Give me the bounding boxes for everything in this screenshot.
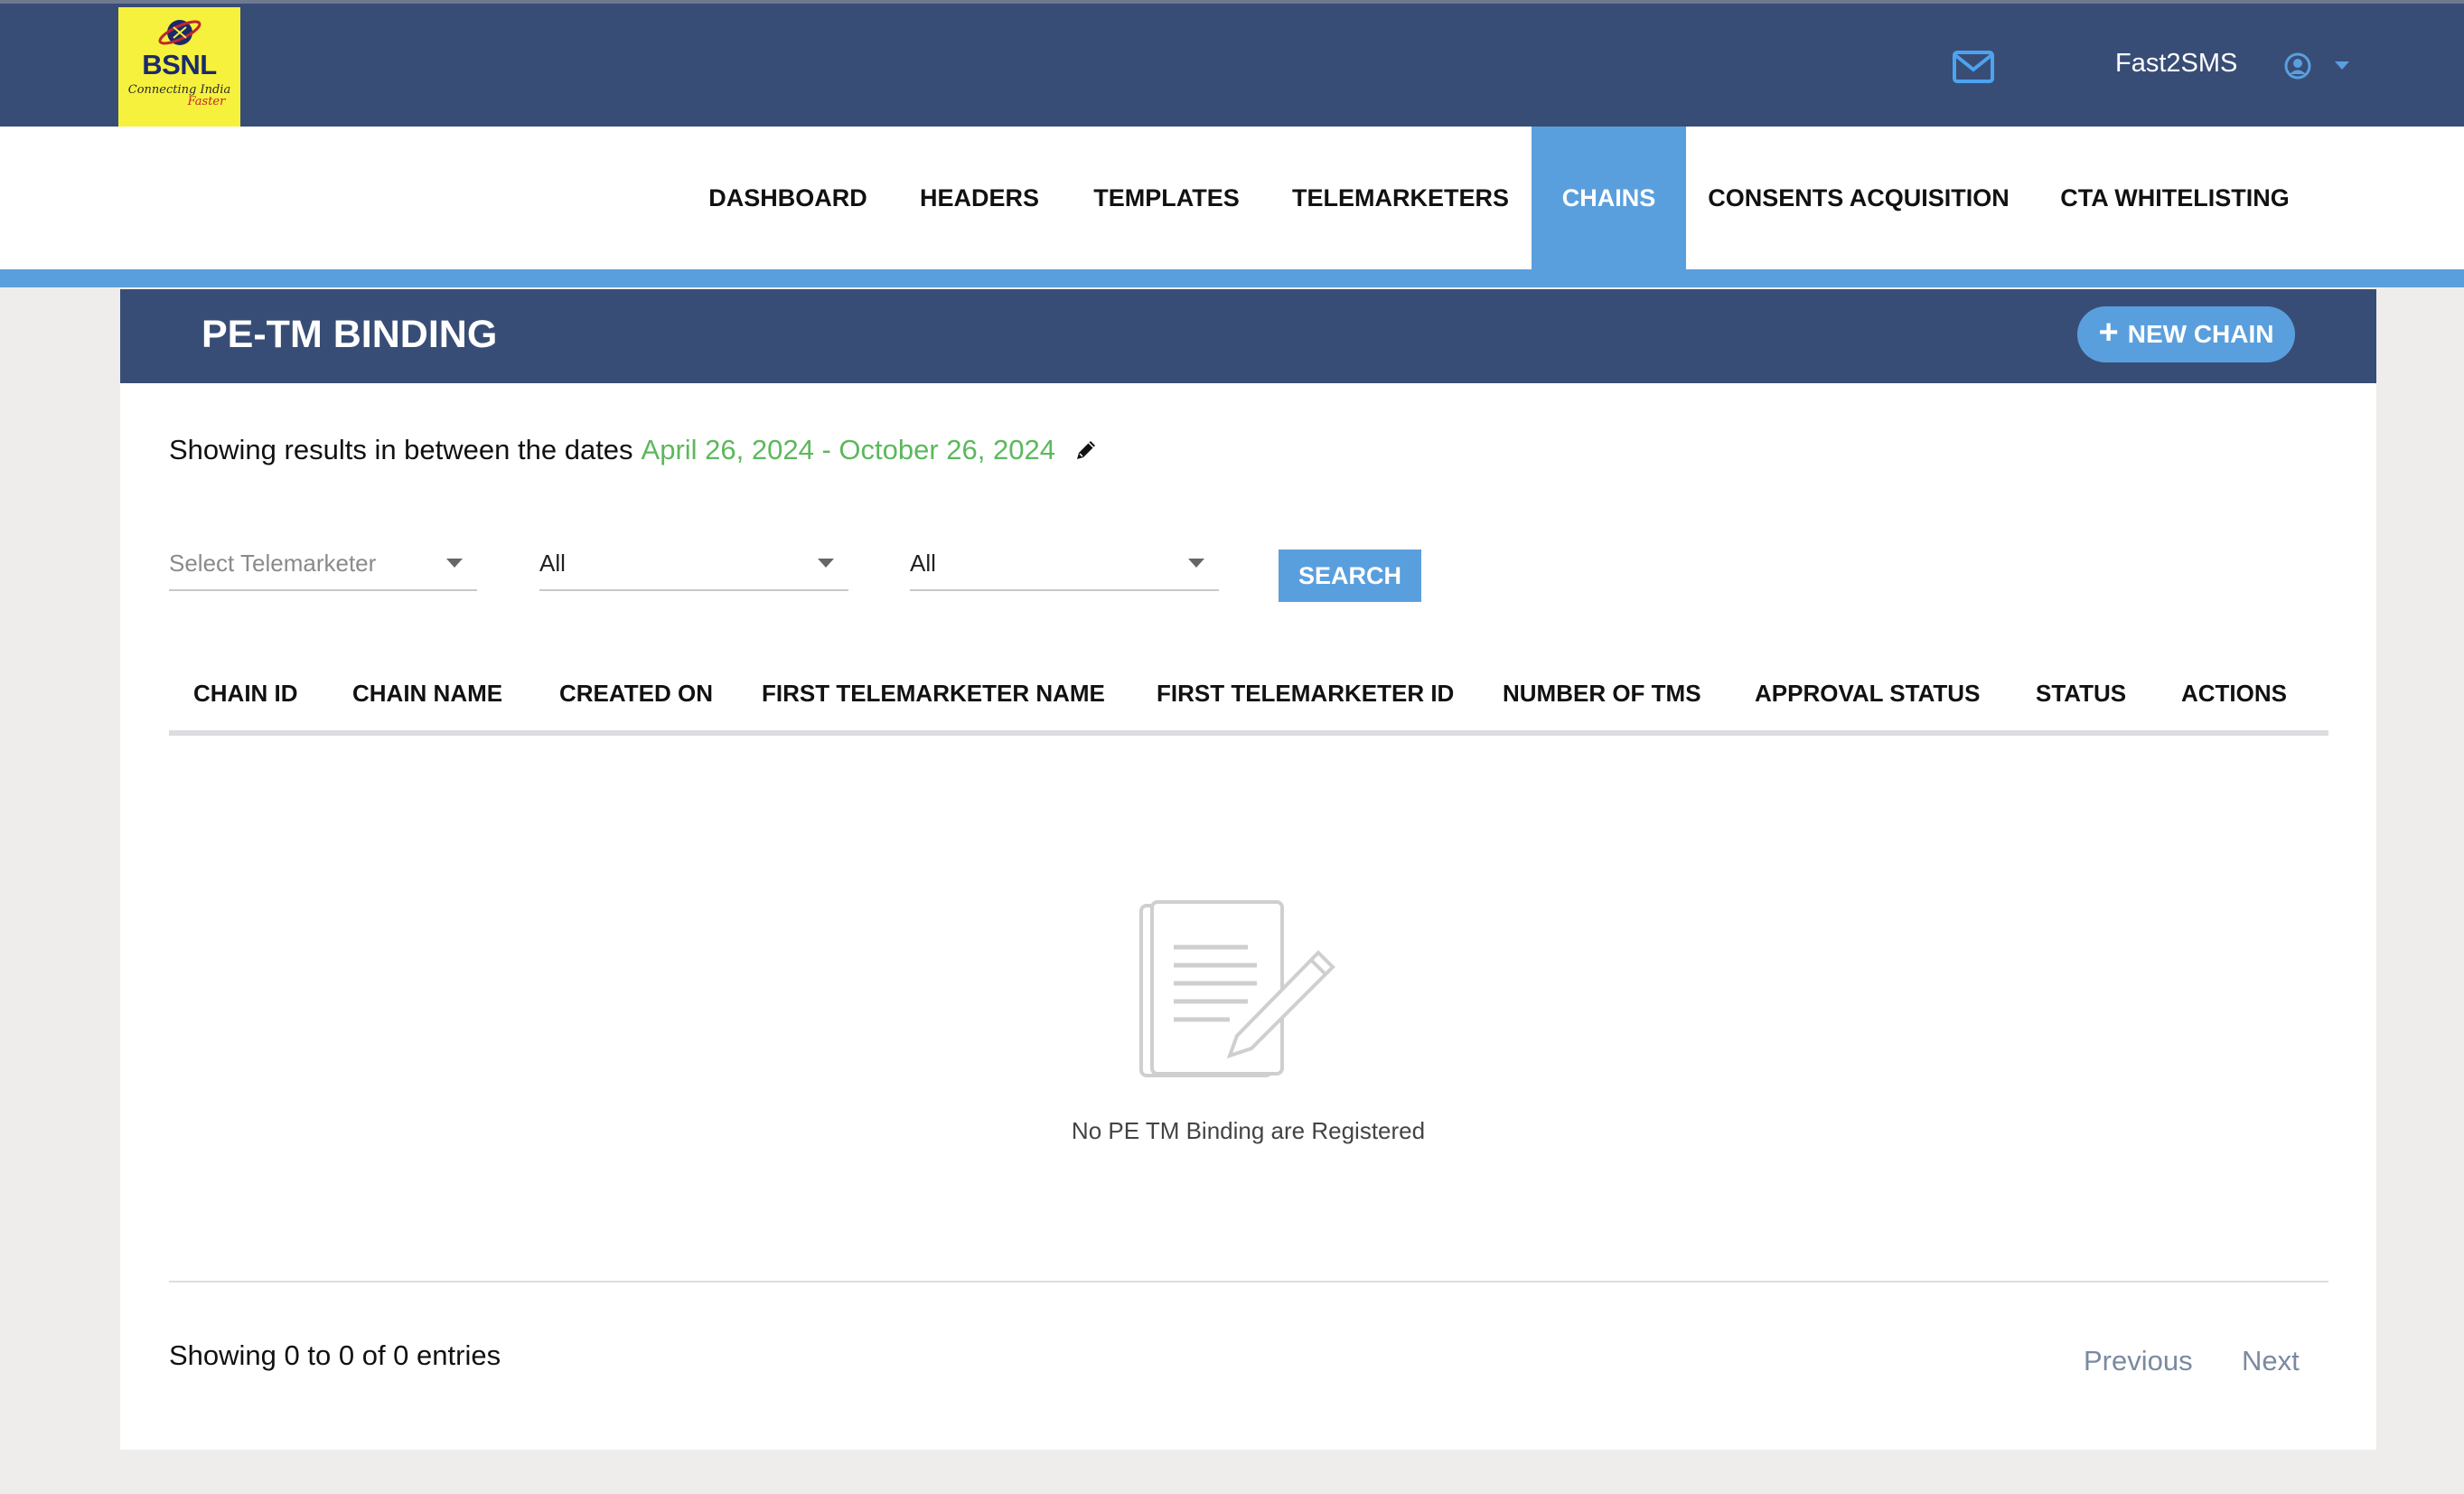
- col-actions[interactable]: ACTIONS: [2181, 680, 2287, 708]
- search-button[interactable]: SEARCH: [1279, 550, 1421, 602]
- col-status[interactable]: STATUS: [2036, 680, 2126, 708]
- nav-accent-strip: [0, 269, 2464, 287]
- col-chain-id[interactable]: CHAIN ID: [193, 680, 298, 708]
- table-footer-divider: [169, 1281, 2328, 1283]
- brand-tagline-2: Faster: [187, 95, 226, 108]
- filter-select-2[interactable]: All: [539, 544, 848, 591]
- top-header-bar: BSNL Connecting India Faster Fast2SMS: [0, 0, 2464, 129]
- previous-page-button[interactable]: Previous: [2084, 1345, 2193, 1377]
- chevron-down-icon: [1188, 559, 1204, 568]
- bsnl-logo[interactable]: BSNL Connecting India Faster: [118, 7, 240, 129]
- chevron-down-icon: [446, 559, 463, 568]
- col-number-of-tms[interactable]: NUMBER OF TMS: [1503, 680, 1701, 708]
- col-approval-status[interactable]: APPROVAL STATUS: [1755, 680, 1980, 708]
- next-page-button[interactable]: Next: [2242, 1345, 2300, 1377]
- account-name[interactable]: Fast2SMS: [2115, 49, 2237, 79]
- plus-icon: +: [2098, 314, 2119, 352]
- table-header-divider: [169, 730, 2328, 736]
- pencil-edit-icon[interactable]: [1073, 437, 1099, 463]
- user-circle-icon[interactable]: [2284, 52, 2311, 80]
- col-first-telemarketer-name[interactable]: FIRST TELEMARKETER NAME: [762, 680, 1105, 708]
- entries-info: Showing 0 to 0 of 0 entries: [169, 1339, 501, 1371]
- panel-header: PE-TM BINDING + NEW CHAIN: [120, 289, 2376, 383]
- nav-cta-whitelisting[interactable]: CTA WHITELISTING: [2047, 127, 2302, 269]
- page-title: PE-TM BINDING: [201, 313, 498, 356]
- empty-state-message: No PE TM Binding are Registered: [1071, 1117, 1426, 1144]
- col-first-telemarketer-id[interactable]: FIRST TELEMARKETER ID: [1157, 680, 1454, 708]
- date-range-line: Showing results in between the dates Apr…: [169, 434, 1099, 466]
- nav-telemarketers[interactable]: TELEMARKETERS: [1287, 127, 1514, 269]
- date-range-prefix: Showing results in between the dates: [169, 434, 633, 465]
- filter-select-3-value: All: [910, 550, 936, 577]
- nav-consents-acquisition[interactable]: CONSENTS ACQUISITION: [1706, 127, 2011, 269]
- globe-logo-icon: [158, 20, 201, 45]
- nav-headers[interactable]: HEADERS: [909, 127, 1050, 269]
- brand-name: BSNL: [142, 49, 217, 80]
- panel-body: Showing results in between the dates Apr…: [120, 383, 2376, 1450]
- empty-notepad-icon: [1139, 900, 1335, 1077]
- col-created-on[interactable]: CREATED ON: [559, 680, 713, 708]
- telemarketer-select[interactable]: Select Telemarketer: [169, 544, 477, 591]
- caret-down-icon[interactable]: [2335, 61, 2349, 70]
- col-chain-name[interactable]: CHAIN NAME: [352, 680, 502, 708]
- new-chain-label: NEW CHAIN: [2127, 320, 2274, 348]
- new-chain-button[interactable]: + NEW CHAIN: [2077, 306, 2295, 362]
- nav-templates[interactable]: TEMPLATES: [1081, 127, 1252, 269]
- date-range-value[interactable]: April 26, 2024 - October 26, 2024: [642, 434, 1055, 466]
- mail-icon[interactable]: [1952, 49, 1995, 85]
- filter-select-3[interactable]: All: [910, 544, 1219, 591]
- nav-dashboard[interactable]: DASHBOARD: [696, 127, 880, 269]
- telemarketer-select-placeholder: Select Telemarketer: [169, 550, 377, 577]
- chevron-down-icon: [818, 559, 834, 568]
- filter-select-2-value: All: [539, 550, 566, 577]
- nav-chains[interactable]: CHAINS: [1532, 127, 1686, 269]
